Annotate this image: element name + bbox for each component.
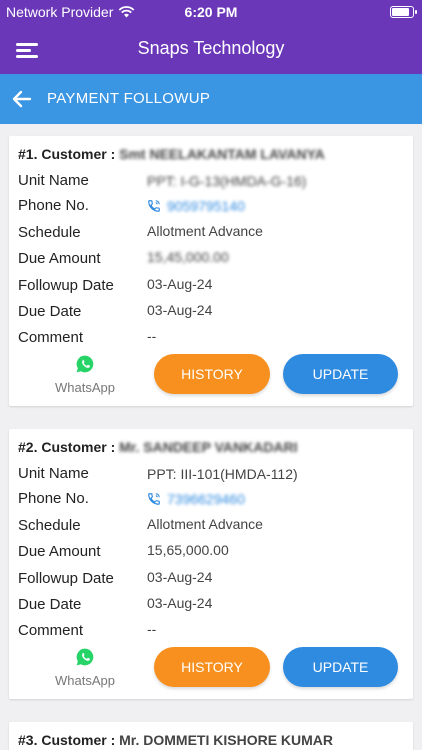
page-title: PAYMENT FOLLOWUP [47,90,211,107]
update-button[interactable]: UPDATE [283,354,398,394]
phone-value[interactable]: 9059795140 [147,198,245,214]
back-arrow-icon[interactable] [10,87,34,111]
phone-label: Phone No. [18,490,89,507]
battery-icon [390,6,417,18]
followup-date-label: Followup Date [18,277,114,294]
comment-label: Comment [18,329,84,346]
schedule-label: Schedule [18,517,81,534]
unit-name-label: Unit Name [18,465,89,482]
phone-number: 7396629460 [167,491,245,507]
due-amount-value: 15,65,000.00 [147,542,229,558]
phone-label: Phone No. [18,197,89,214]
customer-name: Mr. DOMMETI KISHORE KUMAR [119,732,334,748]
schedule-label: Schedule [18,224,81,241]
due-date-value: 03-Aug-24 [147,595,213,611]
customer-heading: #2. Customer : Mr. SANDEEP VANKADARI [18,439,298,455]
due-amount-value: 15,45,000.00 [147,249,229,265]
due-amount-label: Due Amount [18,543,101,560]
due-amount-label: Due Amount [18,250,101,267]
history-button[interactable]: HISTORY [154,647,270,687]
whatsapp-button[interactable]: WhatsApp [49,647,121,688]
phone-value[interactable]: 7396629460 [147,491,245,507]
whatsapp-button[interactable]: WhatsApp [49,354,121,395]
followup-date-label: Followup Date [18,570,114,587]
phone-icon [148,200,160,212]
customer-card: #2. Customer : Mr. SANDEEP VANKADARI Uni… [9,429,413,699]
unit-name-label: Unit Name [18,172,89,189]
due-date-value: 03-Aug-24 [147,302,213,318]
due-date-label: Due Date [18,596,82,613]
followup-date-value: 03-Aug-24 [147,276,213,292]
app-title: Snaps Technology [137,38,285,58]
whatsapp-label: WhatsApp [55,380,115,395]
unit-name-value: PPT: I-G-13(HMDA-G-16) [147,173,307,189]
phone-icon [148,493,160,505]
status-bar: Network Provider 6:20 PM [0,0,422,26]
due-date-label: Due Date [18,303,82,320]
update-button[interactable]: UPDATE [283,647,398,687]
history-button[interactable]: HISTORY [154,354,270,394]
phone-number: 9059795140 [167,198,245,214]
whatsapp-icon [76,648,94,666]
customer-card: #3. Customer : Mr. DOMMETI KISHORE KUMAR [9,722,413,750]
customer-card: #1. Customer : Smt NEELAKANTAM LAVANYA U… [9,136,413,406]
comment-value: -- [147,328,157,344]
customer-heading: #3. Customer : Mr. DOMMETI KISHORE KUMAR [18,732,333,748]
customer-index: #3. Customer : [18,732,120,748]
followup-date-value: 03-Aug-24 [147,569,213,585]
app-bar: Snaps Technology [0,26,422,74]
whatsapp-label: WhatsApp [55,673,115,688]
page-header: PAYMENT FOLLOWUP [0,74,422,124]
clock: 6:20 PM [184,4,238,20]
customer-name: Mr. SANDEEP VANKADARI [119,439,298,455]
customer-index: #2. Customer : [18,439,120,455]
whatsapp-icon [76,355,94,373]
unit-name-value: PPT: III-101(HMDA-112) [147,466,298,482]
customer-index: #1. Customer : [18,146,120,162]
comment-label: Comment [18,622,84,639]
customer-name: Smt NEELAKANTAM LAVANYA [119,146,325,162]
schedule-value: Allotment Advance [147,516,263,532]
schedule-value: Allotment Advance [147,223,263,239]
customer-heading: #1. Customer : Smt NEELAKANTAM LAVANYA [18,146,325,162]
comment-value: -- [147,621,157,637]
